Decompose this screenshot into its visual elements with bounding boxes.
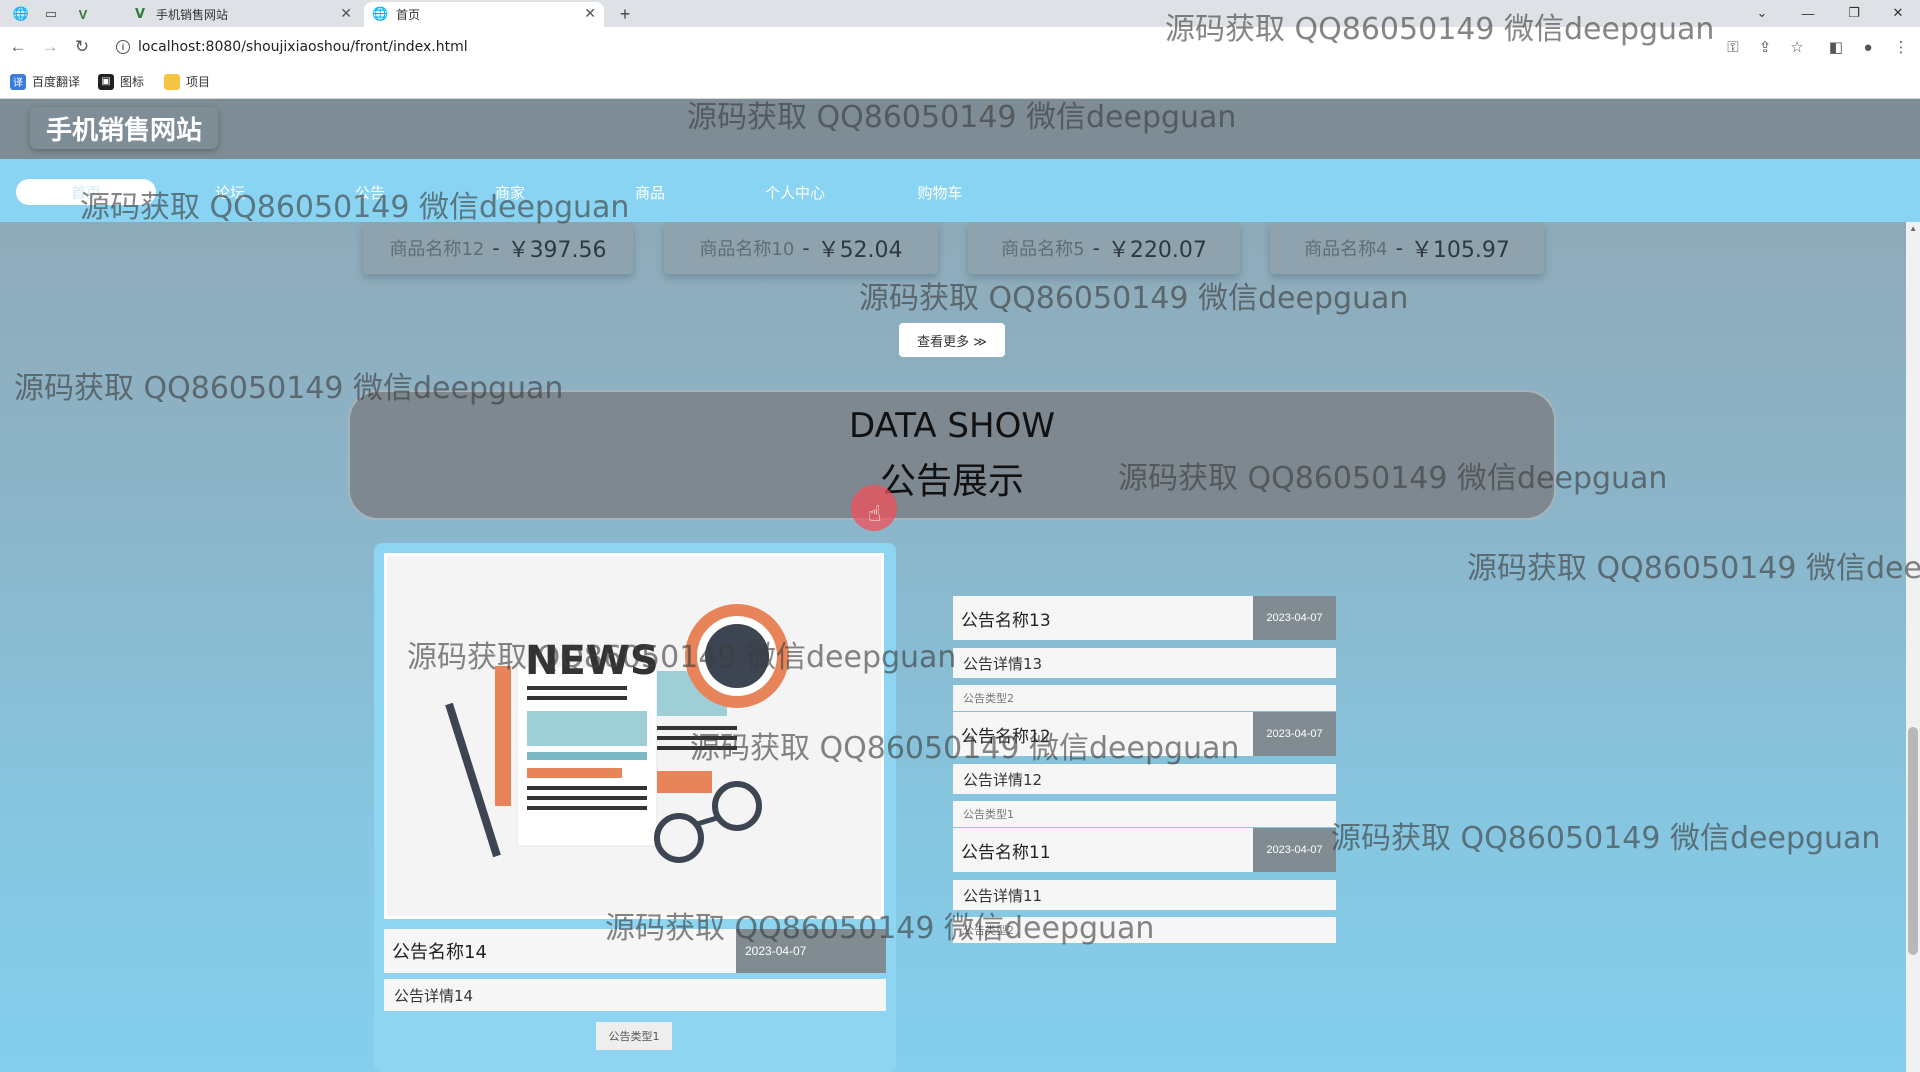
product-price: ￥52.04 <box>817 238 903 263</box>
product-card[interactable]: 商品名称12 - ￥397.56 <box>363 222 633 274</box>
product-name: 商品名称12 <box>389 239 485 260</box>
product-name: 商品名称4 <box>1304 239 1388 260</box>
nav-cart[interactable]: 购物车 <box>900 179 980 205</box>
image-icon: ▣ <box>98 73 114 90</box>
address-bar: ← → ↻ i localhost:8080/shoujixiaoshou/fr… <box>0 27 1920 67</box>
nav-products[interactable]: 商品 <box>620 179 680 205</box>
notice-detail: 公告详情12 <box>953 764 1336 794</box>
featured-notice-card[interactable]: NEWS 公告名称14 2023-04-07 公告详情14 公告类型1 <box>374 543 896 1072</box>
tab-home[interactable]: 🌐 首页 ✕ <box>364 2 604 27</box>
scroll-up-icon[interactable]: ▲ <box>1909 224 1917 233</box>
product-price: ￥220.07 <box>1107 238 1207 263</box>
bookmarks-bar: 译 百度翻译 ▣ 图标 项目 <box>0 67 1920 99</box>
hand-cursor-icon: ☝ <box>868 501 882 526</box>
forward-icon[interactable]: → <box>38 35 62 59</box>
close-tab-icon[interactable]: ✕ <box>584 6 596 22</box>
nav-home[interactable]: 首页 <box>16 179 156 205</box>
product-name: 商品名称5 <box>1001 239 1085 260</box>
tab-label: 手机销售网站 <box>156 8 229 22</box>
news-image: NEWS <box>387 556 881 916</box>
back-icon[interactable]: ← <box>6 35 30 59</box>
notice-date: 2023-04-07 <box>1253 596 1336 640</box>
page-scrollbar[interactable]: ▲ <box>1906 222 1920 1072</box>
bookmark-translate[interactable]: 译 百度翻译 <box>10 73 80 90</box>
star-icon[interactable]: ☆ <box>1786 36 1808 58</box>
share-icon[interactable]: ⇪ <box>1754 36 1776 58</box>
site-title[interactable]: 手机销售网站 <box>30 107 219 149</box>
scroll-thumb[interactable] <box>1908 727 1918 955</box>
section-title-en: DATA SHOW <box>849 406 1055 446</box>
pinned-tab-vue-icon[interactable]: V <box>68 2 98 26</box>
product-price: ￥105.97 <box>1410 238 1510 263</box>
globe-icon: 🌐 <box>372 7 389 22</box>
product-separator: - <box>492 236 500 260</box>
notice-title-row: 公告名称11 2023-04-07 <box>953 828 1336 872</box>
featured-notice-title-row: 公告名称14 2023-04-07 <box>384 929 886 973</box>
bookmark-project[interactable]: 项目 <box>164 73 210 90</box>
product-card[interactable]: 商品名称10 - ￥52.04 <box>664 222 938 274</box>
key-icon[interactable]: ⚿ <box>1722 36 1744 58</box>
view-more-button[interactable]: 查看更多 ≫ <box>899 323 1005 357</box>
notice-detail: 公告详情14 <box>384 979 886 1011</box>
minimize-icon[interactable]: — <box>1786 2 1830 24</box>
nav-merchant[interactable]: 商家 <box>480 179 540 205</box>
notice-type: 公告类型1 <box>596 1022 672 1050</box>
menu-icon[interactable]: ⋮ <box>1890 36 1912 58</box>
browser-tab-bar: 🌐 ▭ V V 手机销售网站 ✕ 🌐 首页 ✕ + ⌄ — ❐ ✕ <box>0 0 1920 27</box>
side-panel-icon[interactable]: ◧ <box>1825 36 1847 58</box>
tab-site[interactable]: V 手机销售网站 ✕ <box>124 2 360 27</box>
notice-title-row: 公告名称12 2023-04-07 <box>953 712 1336 756</box>
nav-forum[interactable]: 论坛 <box>200 179 260 205</box>
product-name: 商品名称10 <box>699 239 795 260</box>
restore-icon[interactable]: ❐ <box>1832 2 1876 24</box>
bookmark-icons[interactable]: ▣ 图标 <box>98 73 144 90</box>
main-nav-overlay: 首页 论坛 公告 商家 商品 个人中心 购物车 <box>0 159 1920 222</box>
pinned-tab-globe-icon[interactable]: 🌐 <box>6 2 36 26</box>
page-viewport: 手机销售网站 首页 论坛 公告 商家 商品 个人中心 购物车 商品名称12 - … <box>0 99 1920 1072</box>
notice-type: 公告类型2 <box>953 685 1336 711</box>
nav-notice[interactable]: 公告 <box>340 179 400 205</box>
vue-icon: V <box>134 7 146 22</box>
product-separator: - <box>1395 236 1403 260</box>
product-separator: - <box>802 236 810 260</box>
tab-label: 首页 <box>396 8 421 22</box>
notice-detail: 公告详情13 <box>953 648 1336 678</box>
url-field[interactable]: i localhost:8080/shoujixiaoshou/front/in… <box>106 33 1706 61</box>
product-card[interactable]: 商品名称4 - ￥105.97 <box>1270 222 1544 274</box>
bookmark-label: 图标 <box>120 75 145 89</box>
pinned-tab-blank-icon[interactable]: ▭ <box>36 2 66 26</box>
nav-personal-center[interactable]: 个人中心 <box>750 179 840 205</box>
product-price: ￥397.56 <box>507 238 607 263</box>
product-card[interactable]: 商品名称5 - ￥220.07 <box>968 222 1240 274</box>
bookmark-label: 百度翻译 <box>32 75 81 89</box>
section-title-cn: 公告展示 <box>879 461 1024 502</box>
news-illustration: NEWS <box>384 553 884 919</box>
notice-name: 公告名称12 <box>953 712 1253 756</box>
section-header: DATA SHOW 公告展示 <box>348 390 1556 520</box>
site-header: 手机销售网站 <box>0 99 1920 159</box>
url-text: localhost:8080/shoujixiaoshou/front/inde… <box>138 39 468 55</box>
notice-name: 公告名称14 <box>384 929 736 973</box>
close-window-icon[interactable]: ✕ <box>1876 2 1920 24</box>
close-tab-icon[interactable]: ✕ <box>340 6 352 22</box>
notice-name: 公告名称11 <box>953 828 1253 872</box>
notice-name: 公告名称13 <box>953 596 1253 640</box>
new-tab-button[interactable]: + <box>610 2 640 26</box>
notice-type: 公告类型1 <box>953 801 1336 827</box>
notice-title-row: 公告名称13 2023-04-07 <box>953 596 1336 640</box>
bookmark-label: 项目 <box>186 75 211 89</box>
news-word: NEWS <box>525 638 659 684</box>
notice-date: 2023-04-07 <box>1253 828 1336 872</box>
translate-icon: 译 <box>10 73 26 90</box>
notice-date: 2023-04-07 <box>1253 712 1336 756</box>
reload-icon[interactable]: ↻ <box>70 35 94 59</box>
folder-icon <box>164 73 180 90</box>
profile-icon[interactable]: ● <box>1857 36 1879 58</box>
product-separator: - <box>1092 236 1100 260</box>
tab-search-icon[interactable]: ⌄ <box>1740 2 1784 24</box>
site-info-icon[interactable]: i <box>116 40 130 54</box>
notice-detail: 公告详情11 <box>953 880 1336 910</box>
notice-date: 2023-04-07 <box>736 929 886 973</box>
notice-type: 公告类型2 <box>953 917 1336 943</box>
